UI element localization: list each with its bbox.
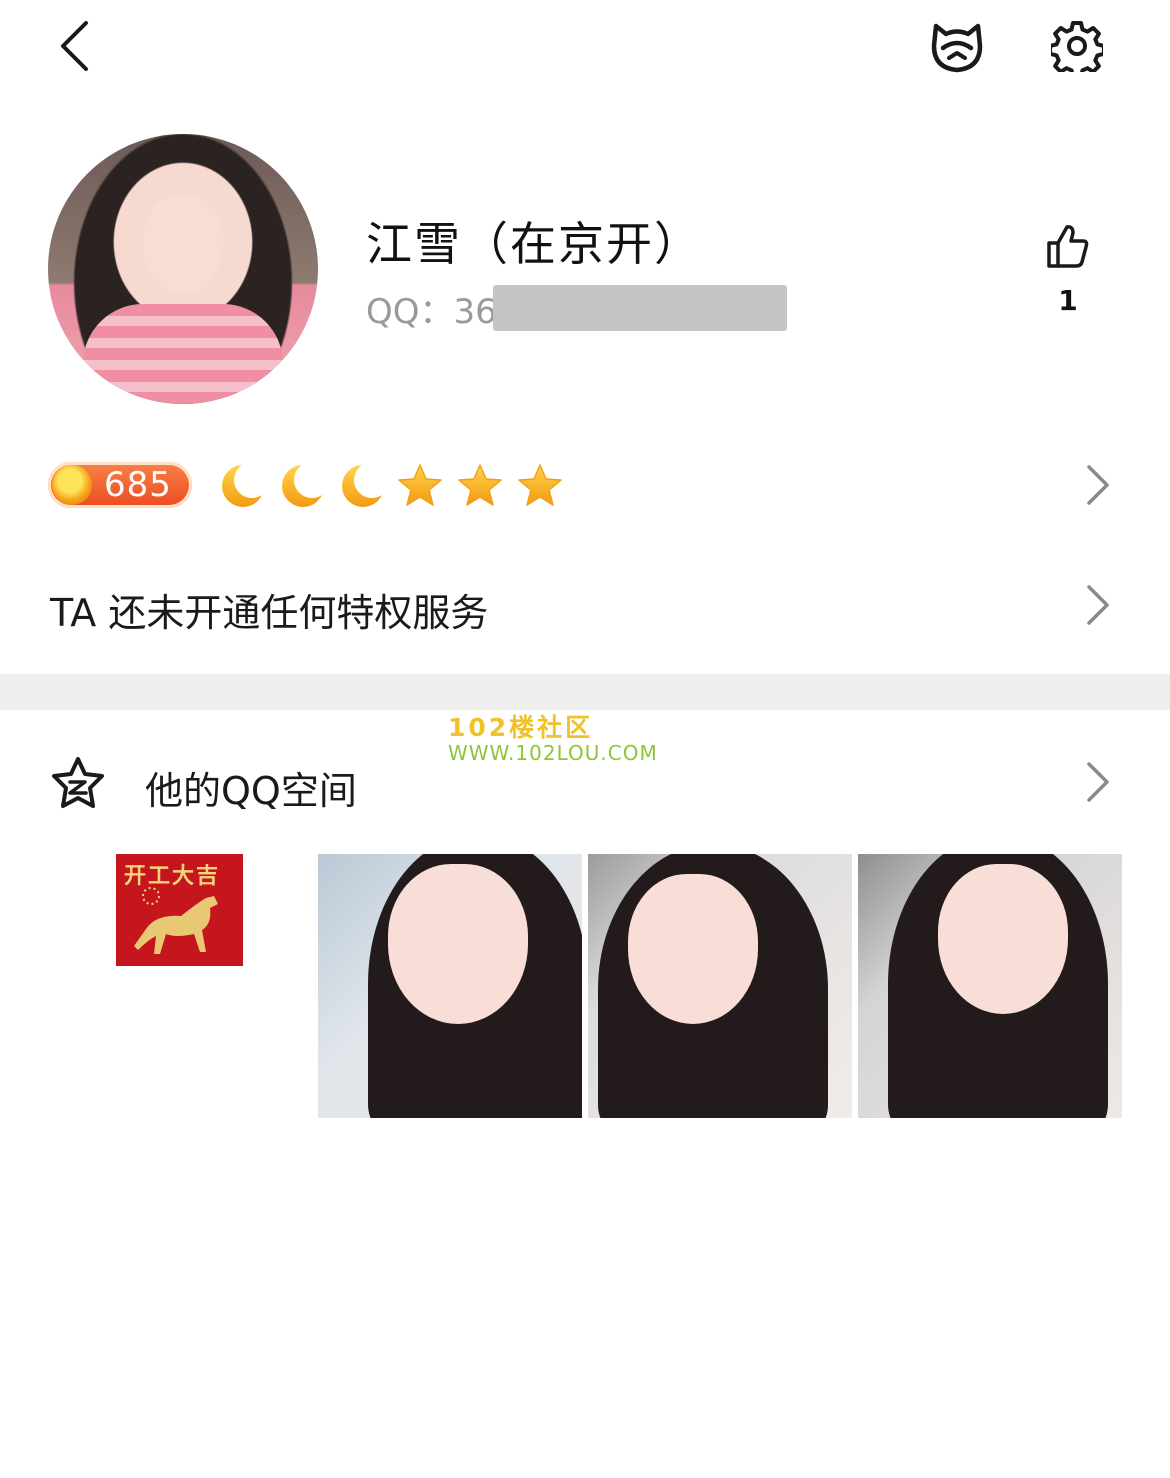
chevron-right-icon	[1086, 464, 1110, 506]
qzone-star-icon	[50, 756, 106, 810]
sun-icon	[52, 465, 92, 505]
like-count: 1	[1058, 284, 1078, 317]
qzone-photo[interactable]	[588, 854, 852, 1118]
qzone-thumbnail[interactable]: 开工大吉	[116, 854, 243, 966]
cat-face-icon	[928, 18, 986, 74]
avatar[interactable]	[48, 134, 318, 404]
qzone-photo[interactable]	[858, 854, 1122, 1118]
level-icons	[214, 461, 574, 511]
star-icon	[518, 464, 562, 506]
moon-icon	[342, 465, 382, 507]
gear-icon	[1051, 20, 1103, 72]
qq-number-redaction	[493, 285, 787, 331]
qzone-title: 他的QQ空间	[145, 769, 357, 813]
chevron-right-icon	[1086, 761, 1110, 803]
qzone-photo[interactable]	[318, 854, 582, 1118]
star-icon	[398, 464, 442, 506]
level-badge: 685	[48, 462, 192, 508]
back-button[interactable]	[44, 14, 104, 78]
section-divider	[0, 674, 1170, 710]
chevron-right-icon	[1086, 584, 1110, 626]
star-icon	[458, 464, 502, 506]
chevron-left-icon	[58, 20, 90, 72]
level-value: 685	[104, 465, 172, 505]
qq-number: QQ：36	[366, 292, 497, 332]
thumbs-up-icon	[1046, 223, 1090, 269]
moon-icon	[222, 465, 262, 507]
pet-button[interactable]	[925, 14, 989, 78]
settings-button[interactable]	[1046, 14, 1108, 78]
moon-icon	[282, 465, 322, 507]
horse-icon	[134, 887, 218, 954]
profile-name: 江雪（在京开）	[366, 217, 702, 271]
privilege-text: TA 还未开通任何特权服务	[50, 591, 489, 635]
like-button[interactable]	[1040, 218, 1096, 274]
